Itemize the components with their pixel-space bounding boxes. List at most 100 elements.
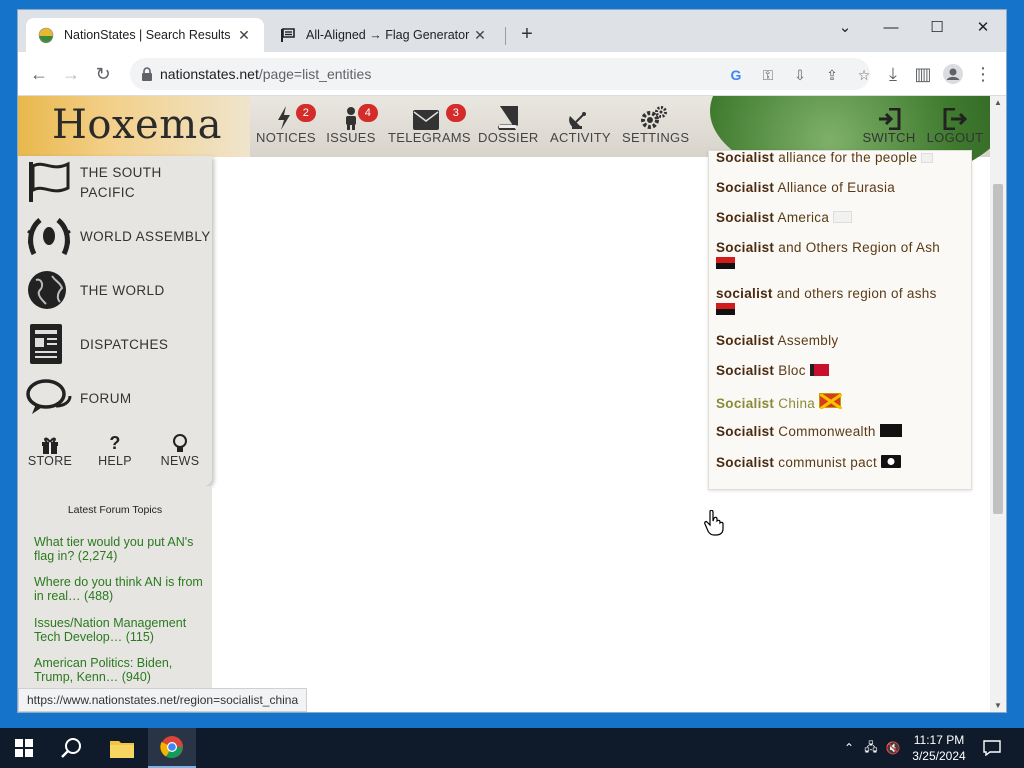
nation-name[interactable]: Hoxema xyxy=(52,102,222,148)
result-rest: America xyxy=(774,210,830,225)
address-bar[interactable]: nationstates.net/page=list_entities G ⚿ … xyxy=(130,58,870,90)
minimize-icon[interactable]: — xyxy=(868,14,914,42)
scroll-up-icon[interactable]: ▲ xyxy=(990,98,1006,107)
forum-topics-panel: Latest Forum Topics What tier would you … xyxy=(18,486,212,712)
mini-label: HELP xyxy=(98,454,132,468)
hand-cursor-icon xyxy=(704,510,724,536)
search-icon[interactable] xyxy=(48,728,96,768)
file-explorer-icon[interactable] xyxy=(98,728,146,768)
result-item[interactable]: socialist and others region of ashs xyxy=(716,286,966,318)
result-bold: Socialist xyxy=(716,150,775,165)
start-windows-icon[interactable] xyxy=(0,728,48,768)
region-flag xyxy=(716,257,735,269)
chrome-taskbar-icon[interactable] xyxy=(148,728,196,768)
install-app-icon[interactable]: ⇩ xyxy=(790,65,810,85)
sidebar-item-forum[interactable]: FORUM xyxy=(26,376,212,420)
nav-issues[interactable]: 4 ISSUES xyxy=(326,104,378,145)
result-bold: Socialist xyxy=(716,180,775,195)
result-bold: Socialist xyxy=(716,240,775,255)
profile-avatar-icon[interactable] xyxy=(940,61,966,87)
taskbar-clock[interactable]: 11:17 PM 3/25/2024 xyxy=(900,732,978,764)
speech-bubbles-icon xyxy=(26,379,72,414)
back-icon[interactable]: ← xyxy=(26,61,52,87)
scroll-down-icon[interactable]: ▼ xyxy=(990,701,1006,710)
result-bold: Socialist xyxy=(716,396,775,411)
lightbulb-icon xyxy=(173,434,187,452)
result-rest: Assembly xyxy=(774,333,839,348)
result-item[interactable]: Socialist communist pact xyxy=(716,455,966,471)
page-scrollbar[interactable]: ▲ ▼ xyxy=(990,96,1006,712)
nav-logout[interactable]: LOGOUT xyxy=(926,104,984,145)
google-icon[interactable]: G xyxy=(726,65,746,85)
result-item[interactable]: Socialist and Others Region of Ash xyxy=(716,240,966,272)
nav-settings[interactable]: SETTINGS xyxy=(622,104,689,145)
tray-chevron-up-icon[interactable]: ⌃ xyxy=(838,741,860,755)
maximize-icon[interactable]: ☐ xyxy=(914,14,960,42)
close-window-icon[interactable]: ✕ xyxy=(960,14,1006,42)
person-icon xyxy=(346,107,356,130)
result-item[interactable]: Socialist China xyxy=(716,392,966,412)
nav-dossier[interactable]: DOSSIER xyxy=(478,104,538,145)
news-button[interactable]: NEWS xyxy=(150,432,210,468)
url-path: /page=list_entities xyxy=(258,66,372,82)
flag-outline-icon xyxy=(29,161,70,202)
key-icon[interactable]: ⚿ xyxy=(758,65,778,85)
network-icon[interactable]: 🖧 xyxy=(860,738,882,759)
system-tray: ⌃ 🖧 🔇 xyxy=(838,728,904,768)
result-item[interactable]: Socialist Commonwealth xyxy=(716,424,966,440)
region-flag xyxy=(819,392,843,411)
sidebar-item-dispatches[interactable]: DISPATCHES xyxy=(26,322,212,366)
nav-activity[interactable]: ACTIVITY xyxy=(550,104,611,145)
url-text: nationstates.net/page=list_entities xyxy=(160,66,371,82)
laurel-wreath-icon xyxy=(27,218,71,256)
close-tab-icon[interactable]: ✕ xyxy=(472,27,488,44)
new-tab-icon[interactable]: + xyxy=(515,23,539,46)
store-button[interactable]: STORE xyxy=(20,432,80,468)
result-item[interactable]: Socialist America xyxy=(716,210,966,226)
result-item[interactable]: Socialist Alliance of Eurasia xyxy=(716,180,966,196)
nav-telegrams[interactable]: 3 TELEGRAMS xyxy=(388,104,471,145)
lock-icon xyxy=(142,67,152,81)
share-icon[interactable]: ⇪ xyxy=(822,65,842,85)
forum-topic-link[interactable]: Where do you think AN is from in real… (… xyxy=(34,575,206,603)
left-sidebar: THE SOUTH PACIFIC WORLD ASSEMBLY THE WOR… xyxy=(18,156,212,486)
gears-icon xyxy=(641,106,667,129)
nav-label: LOGOUT xyxy=(926,130,984,145)
scrollbar-thumb[interactable] xyxy=(993,184,1003,514)
region-flag xyxy=(809,364,829,376)
forum-topic-link[interactable]: Issues/Nation Management Tech Develop… (… xyxy=(34,616,206,644)
nav-switch[interactable]: SWITCH xyxy=(862,104,916,145)
tab-search-chevron-icon[interactable]: ⌄ xyxy=(822,14,868,42)
result-rest: Commonwealth xyxy=(774,424,876,439)
region-flag xyxy=(921,153,934,163)
tab-title: NationStates | Search Results xyxy=(64,28,231,42)
menu-kebab-icon[interactable]: ⋮ xyxy=(970,61,996,87)
sidebar-item-world-assembly[interactable]: WORLD ASSEMBLY xyxy=(26,214,212,258)
close-tab-icon[interactable]: ✕ xyxy=(236,27,252,44)
result-rest: and others region of ashs xyxy=(772,286,937,301)
sidebar-item-label: FORUM xyxy=(80,390,132,406)
search-results-list: Socialist alliance for the people Social… xyxy=(708,150,972,490)
downloads-icon[interactable]: ⤓ xyxy=(880,61,906,87)
reload-icon[interactable]: ↻ xyxy=(90,61,116,87)
result-item[interactable]: Socialist Assembly xyxy=(716,333,966,349)
forum-topic-link[interactable]: American Politics: Biden, Trump, Kenn… (… xyxy=(34,656,206,684)
tab-flag-generator[interactable]: All-Aligned → Flag Generator ✕ xyxy=(268,18,500,52)
ns-banner: Hoxema 2 NOTICES 4 ISSUES 3 TELEGRAMS DO… xyxy=(18,96,990,186)
bookmark-star-icon[interactable]: ☆ xyxy=(854,65,874,85)
result-rest: communist pact xyxy=(774,455,878,470)
result-item[interactable]: Socialist alliance for the people xyxy=(716,150,966,166)
result-item[interactable]: Socialist Bloc xyxy=(716,363,966,379)
sidebar-item-label: THE WORLD xyxy=(80,282,165,298)
side-panel-icon[interactable]: ▥ xyxy=(910,61,936,87)
browser-window: NationStates | Search Results ✕ All-Alig… xyxy=(18,10,1006,712)
tab-nationstates[interactable]: NationStates | Search Results ✕ xyxy=(26,18,264,52)
forward-icon[interactable]: → xyxy=(58,61,84,87)
nav-notices[interactable]: 2 NOTICES xyxy=(256,104,316,145)
help-button[interactable]: ? HELP xyxy=(85,432,145,468)
sidebar-item-region[interactable]: THE SOUTH PACIFIC xyxy=(26,160,212,204)
notifications-icon[interactable] xyxy=(970,728,1014,768)
sidebar-item-the-world[interactable]: THE WORLD xyxy=(26,268,212,312)
forum-topic-link[interactable]: What tier would you put AN's flag in? (2… xyxy=(34,535,206,563)
browser-toolbar: ← → ↻ nationstates.net/page=list_entitie… xyxy=(18,52,1006,96)
